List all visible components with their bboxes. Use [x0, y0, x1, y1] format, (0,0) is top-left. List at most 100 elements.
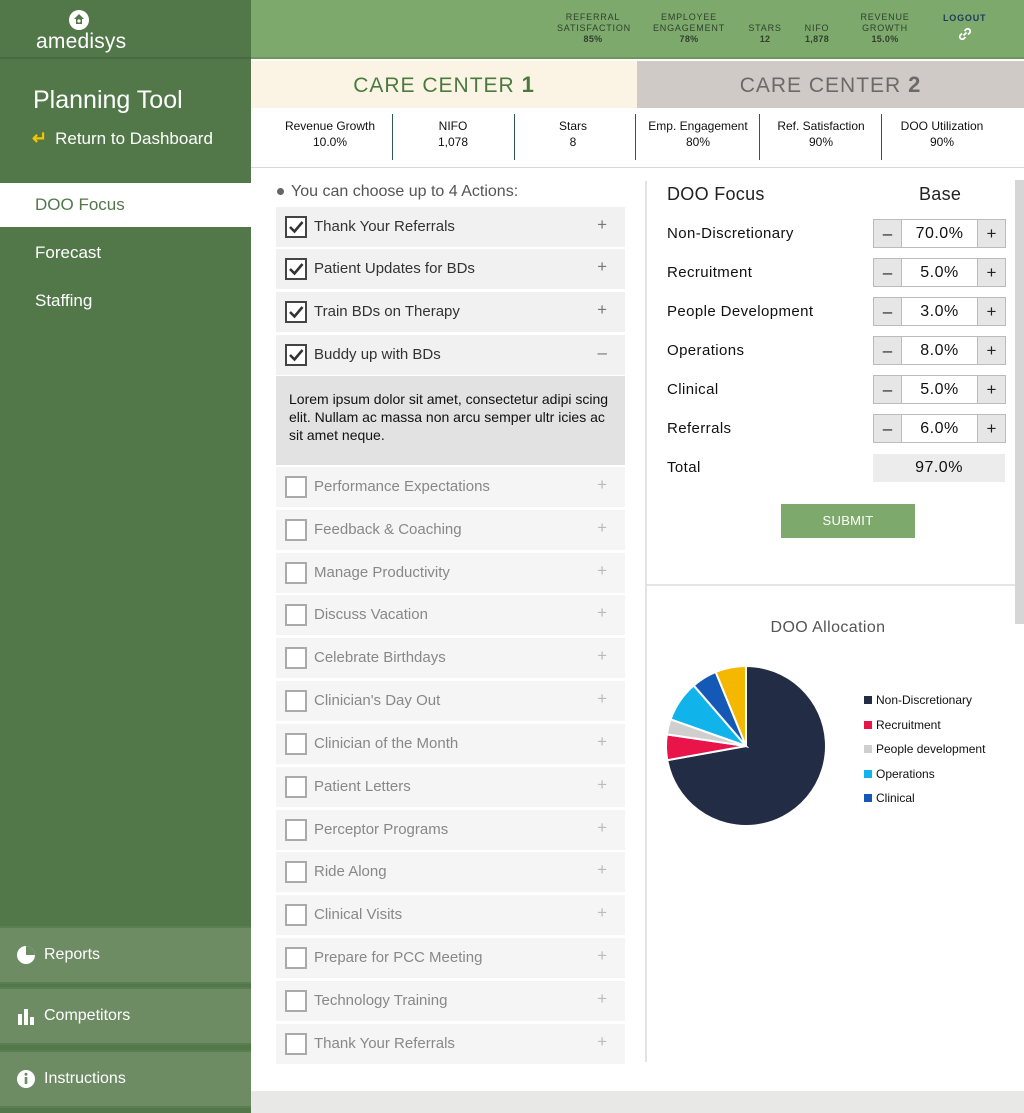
expand-icon[interactable]: +: [597, 257, 607, 277]
expand-icon[interactable]: +: [597, 475, 607, 495]
submit-button[interactable]: SUBMIT: [781, 504, 915, 538]
decrement-button[interactable]: –: [874, 376, 902, 403]
expand-icon[interactable]: +: [597, 989, 607, 1009]
checkmark-icon: [289, 221, 304, 234]
checkbox-checked[interactable]: [285, 344, 307, 366]
collapse-icon[interactable]: –: [598, 343, 607, 363]
legend-swatch: [864, 769, 872, 778]
action-item[interactable]: Clinical Visits +: [276, 895, 625, 935]
action-item[interactable]: Performance Expectations +: [276, 467, 625, 507]
increment-button[interactable]: +: [977, 376, 1005, 403]
action-item[interactable]: Perceptor Programs +: [276, 810, 625, 850]
expand-icon[interactable]: +: [597, 689, 607, 709]
action-item[interactable]: Patient Letters +: [276, 767, 625, 807]
action-item[interactable]: Buddy up with BDs –: [276, 335, 625, 375]
increment-button[interactable]: +: [977, 415, 1005, 442]
logout-button[interactable]: LOGOUT: [943, 13, 986, 43]
action-label: Manage Productivity: [314, 564, 450, 581]
stepper-value: 70.0%: [915, 225, 964, 242]
doo-allocation-pie-chart: [665, 664, 827, 827]
legend-item: Operations: [864, 762, 985, 787]
competitors-label: Competitors: [44, 1007, 131, 1024]
checkbox-unchecked[interactable]: [285, 819, 307, 841]
brand-logo[interactable]: amedisys: [0, 0, 251, 59]
checkbox-unchecked[interactable]: [285, 990, 307, 1012]
doo-row-label: Referrals: [667, 420, 732, 437]
stepper-value: 5.0%: [920, 264, 959, 281]
expand-icon[interactable]: +: [597, 903, 607, 923]
checkbox-unchecked[interactable]: [285, 776, 307, 798]
decrement-button[interactable]: –: [874, 415, 902, 442]
legend-item: Non-Discretionary: [864, 688, 985, 713]
expand-icon[interactable]: +: [597, 775, 607, 795]
doo-total-value: 97.0%: [873, 454, 1005, 482]
return-to-dashboard-link[interactable]: ↵ Return to Dashboard: [32, 128, 213, 149]
increment-button[interactable]: +: [977, 259, 1005, 286]
expand-icon[interactable]: +: [597, 518, 607, 538]
competitors-button[interactable]: Competitors: [0, 987, 251, 1045]
expand-icon[interactable]: +: [597, 732, 607, 752]
action-item[interactable]: Discuss Vacation +: [276, 595, 625, 635]
action-item[interactable]: Technology Training +: [276, 981, 625, 1021]
decrement-button[interactable]: –: [874, 259, 902, 286]
checkbox-unchecked[interactable]: [285, 1033, 307, 1055]
action-item[interactable]: Clinician's Day Out +: [276, 681, 625, 721]
increment-button[interactable]: +: [977, 220, 1005, 247]
expand-icon[interactable]: +: [597, 946, 607, 966]
checkbox-unchecked[interactable]: [285, 519, 307, 541]
instructions-label: Instructions: [44, 1070, 126, 1087]
decrement-button[interactable]: –: [874, 337, 902, 364]
expand-icon[interactable]: +: [597, 300, 607, 320]
action-item[interactable]: Celebrate Birthdays +: [276, 638, 625, 678]
action-label: Thank Your Referrals: [314, 218, 455, 235]
increment-button[interactable]: +: [977, 298, 1005, 325]
scrollbar[interactable]: [1015, 180, 1024, 624]
checkbox-unchecked[interactable]: [285, 947, 307, 969]
kpi-employee-engagement: EMPLOYEE ENGAGEMENT 78%: [653, 12, 726, 44]
action-item[interactable]: Ride Along +: [276, 852, 625, 892]
decrement-button[interactable]: –: [874, 298, 902, 325]
nav-item-staffing[interactable]: Staffing: [0, 279, 251, 323]
checkbox-unchecked[interactable]: [285, 604, 307, 626]
checkbox-unchecked[interactable]: [285, 476, 307, 498]
expand-icon[interactable]: +: [597, 215, 607, 235]
increment-button[interactable]: +: [977, 337, 1005, 364]
legend-item: Recruitment: [864, 713, 985, 738]
expand-icon[interactable]: +: [597, 1032, 607, 1052]
expand-icon[interactable]: +: [597, 860, 607, 880]
expand-icon[interactable]: +: [597, 603, 607, 623]
nav-item-doo-focus[interactable]: DOO Focus: [0, 183, 251, 227]
tab-care-center-2[interactable]: CARE CENTER 2: [637, 61, 1024, 108]
checkbox-unchecked[interactable]: [285, 562, 307, 584]
nav-item-forecast[interactable]: Forecast: [0, 231, 251, 275]
action-item[interactable]: Thank Your Referrals +: [276, 207, 625, 247]
tab-care-center-1[interactable]: CARE CENTER 1: [251, 61, 637, 108]
action-item[interactable]: Thank Your Referrals +: [276, 1024, 625, 1064]
checkbox-checked[interactable]: [285, 258, 307, 280]
action-item[interactable]: Patient Updates for BDs +: [276, 249, 625, 289]
checkbox-unchecked[interactable]: [285, 733, 307, 755]
checkbox-unchecked[interactable]: [285, 690, 307, 712]
legend-item: People development: [864, 737, 985, 762]
expand-icon[interactable]: +: [597, 561, 607, 581]
checkbox-unchecked[interactable]: [285, 861, 307, 883]
action-item[interactable]: Prepare for PCC Meeting +: [276, 938, 625, 978]
doo-total-label: Total: [667, 459, 701, 476]
legend-swatch: [864, 745, 872, 754]
reports-button[interactable]: Reports: [0, 926, 251, 984]
action-item[interactable]: Feedback & Coaching +: [276, 510, 625, 550]
action-item[interactable]: Manage Productivity +: [276, 553, 625, 593]
action-item[interactable]: Clinician of the Month +: [276, 724, 625, 764]
checkbox-checked[interactable]: [285, 301, 307, 323]
checkbox-unchecked[interactable]: [285, 647, 307, 669]
actions-header: You can choose up to 4 Actions:: [277, 183, 518, 201]
decrement-button[interactable]: –: [874, 220, 902, 247]
expand-icon[interactable]: +: [597, 646, 607, 666]
action-item[interactable]: Train BDs on Therapy +: [276, 292, 625, 332]
action-label: Clinician of the Month: [314, 735, 459, 752]
checkbox-checked[interactable]: [285, 216, 307, 238]
checkbox-unchecked[interactable]: [285, 904, 307, 926]
footer-strip: [251, 1091, 1024, 1113]
instructions-button[interactable]: Instructions: [0, 1050, 251, 1108]
expand-icon[interactable]: +: [597, 818, 607, 838]
